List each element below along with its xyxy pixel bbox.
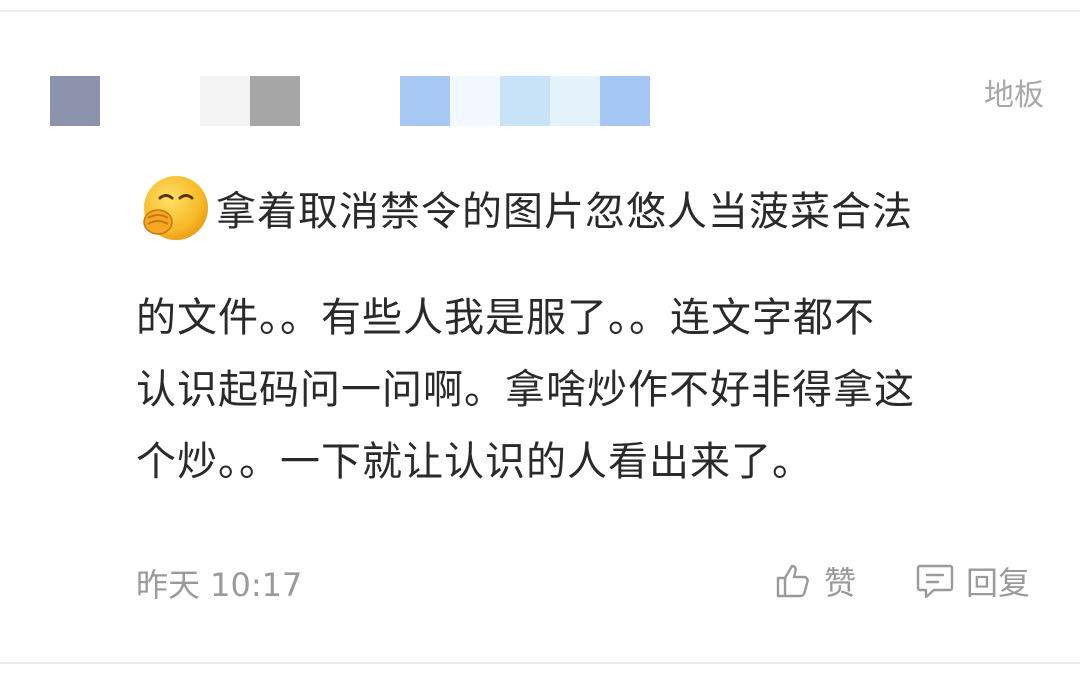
reply-button[interactable]: 回复 [914,556,1030,606]
reply-label: 回复 [966,564,1031,602]
thumbs-up-icon [776,564,809,598]
username-pixel-block [350,76,400,126]
comment-footer: 昨天 10:17 赞 回复 [136,556,1046,606]
comment-author[interactable] [50,76,1050,126]
comment-line-2: 的文件。。有些人我是服了。。连文字都不 [136,295,875,341]
comment-timestamp: 昨天 10:17 [136,566,303,604]
comment-line-3: 认识起码问一问啊。拿啥炒作不好非得拿这 [136,367,915,413]
comment-icon [916,564,954,599]
username-pixel-block [100,76,150,126]
bottom-divider [0,662,1080,664]
username-pixel-block [400,76,450,126]
username-pixel-block [50,76,100,126]
snicker-face-emoji-icon [136,172,212,248]
like-label: 赞 [824,564,857,602]
top-divider [0,10,1080,12]
username-pixel-block [450,76,500,126]
floor-label: 地板 [984,78,1044,113]
comment-line-1: 拿着取消禁令的图片忽悠人当菠菜合法 [136,176,913,240]
like-button[interactable]: 赞 [772,556,856,606]
username-pixel-block [550,76,600,126]
comment-line-4: 个炒。。一下就让认识的人看出来了。 [136,439,813,485]
username-pixel-block [200,76,250,126]
username-pixel-block [500,76,550,126]
username-pixel-block [600,76,650,126]
username-pixel-block [250,76,300,126]
username-pixel-block [300,76,350,126]
